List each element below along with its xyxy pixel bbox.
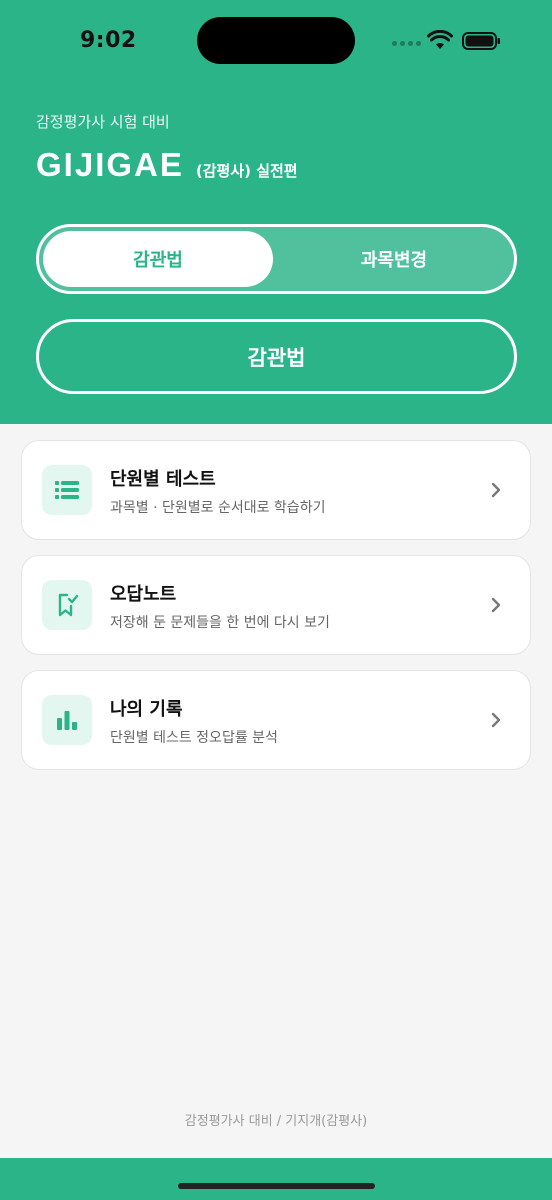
card-title: 단원별 테스트	[110, 469, 216, 490]
header-banner: 9:02 감정평가사 시험 대비 GIJIGAE (감평사) 실전편 감관법 과…	[0, 0, 552, 424]
menu-card-my-records[interactable]: 나의 기록 단원별 테스트 정오답률 분석	[21, 670, 531, 770]
list-icon	[55, 481, 79, 499]
menu-card-unit-test[interactable]: 단원별 테스트 과목별 · 단원별로 순서대로 학습하기	[21, 440, 531, 540]
status-time: 9:02	[80, 28, 137, 53]
menu-card-wrong-notes[interactable]: 오답노트 저장해 둔 문제들을 한 번에 다시 보기	[21, 555, 531, 655]
segmented-control: 감관법 과목변경	[36, 224, 517, 294]
bar-chart-icon	[57, 711, 77, 730]
title-row: GIJIGAE (감평사) 실전편	[36, 146, 298, 184]
card-description: 단원별 테스트 정오답률 분석	[110, 730, 278, 746]
card-description: 과목별 · 단원별로 순서대로 학습하기	[110, 500, 326, 516]
bottom-bar	[0, 1158, 552, 1200]
card-title: 오답노트	[110, 584, 177, 605]
icon-box	[42, 580, 92, 630]
bookmark-check-icon	[58, 593, 79, 617]
signal-dots-icon	[392, 41, 421, 46]
dynamic-island	[197, 17, 355, 64]
chevron-right-icon	[491, 712, 501, 728]
subject-button[interactable]: 감관법	[36, 319, 517, 394]
segment-change-subject[interactable]: 과목변경	[276, 231, 512, 287]
battery-icon	[462, 32, 500, 50]
chevron-right-icon	[491, 482, 501, 498]
icon-box	[42, 695, 92, 745]
edition-label: (감평사) 실전편	[195, 162, 298, 180]
footer-text: 감정평가사 대비 / 기지개(감평사)	[184, 1114, 368, 1129]
wifi-icon	[427, 30, 453, 49]
chevron-right-icon	[491, 597, 501, 613]
icon-box	[42, 465, 92, 515]
home-indicator[interactable]	[178, 1183, 375, 1189]
brand-title: GIJIGAE	[36, 146, 184, 183]
card-title: 나의 기록	[110, 699, 183, 720]
segment-current-subject[interactable]: 감관법	[43, 231, 273, 287]
header-subtitle: 감정평가사 시험 대비	[36, 113, 170, 131]
card-description: 저장해 둔 문제들을 한 번에 다시 보기	[110, 615, 330, 631]
